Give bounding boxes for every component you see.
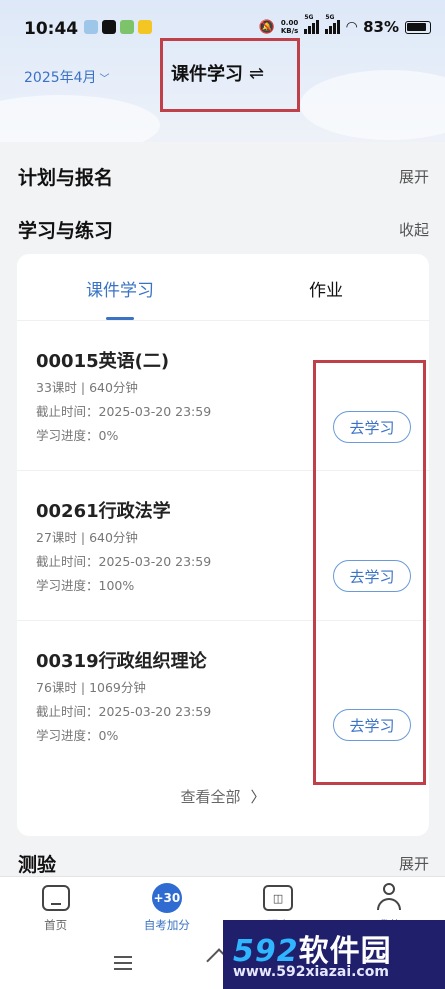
course-deadline: 截止时间：2025-03-20 23:59 [36,404,212,419]
view-all-link[interactable]: 查看全部〉 [17,786,429,807]
tab-courseware[interactable]: 课件学习 [17,254,223,320]
watermark-url: www.592xiazai.com [233,964,389,980]
nav-home[interactable]: 首页 [0,877,111,936]
status-right: 🔕 0.00 KB/s 5G 5G ◠ 83% [258,14,431,36]
cloud-decoration [300,70,445,140]
highlight-box-buttons [313,360,426,785]
tab-bar: 课件学习 作业 [17,254,429,320]
page-title: 课件学习 [171,64,243,85]
tab-homework[interactable]: 作业 [223,254,429,320]
course-name: 00015英语(二) [36,351,170,372]
course-hours: 76课时 | 1069分钟 [36,680,146,695]
net-speed-unit: KB/s [280,27,299,35]
collapse-button[interactable]: 收起 [399,219,429,240]
expand-button[interactable]: 展开 [399,853,429,874]
signal-label: 5G [304,14,314,21]
cloud-decoration [0,95,160,142]
month-selector[interactable]: 2025年4月 ﹀ [24,67,110,87]
course-progress: 学习进度：0% [36,728,119,743]
watermark: 592软件园 www.592xiazai.com [223,920,445,989]
course-deadline: 截止时间：2025-03-20 23:59 [36,704,212,719]
notification-icon [84,20,98,34]
page-title-switch[interactable]: 课件学习 ⇌ [171,60,264,86]
plus-score-icon: +30 [151,883,182,913]
book-icon: ◫ [263,885,294,911]
course-hours: 27课时 | 640分钟 [36,530,138,545]
mute-icon: 🔕 [258,19,275,35]
chevron-right-icon: 〉 [250,788,266,806]
status-time: 10:44 [24,19,79,39]
nav-label: 首页 [44,918,68,932]
section-title: 测验 [18,854,57,876]
battery-text: 83% [363,18,399,36]
section-plan: 计划与报名 展开 [18,163,429,190]
course-progress: 学习进度：100% [36,578,135,593]
course-deadline: 截止时间：2025-03-20 23:59 [36,554,212,569]
expand-button[interactable]: 展开 [399,166,429,187]
menu-icon[interactable] [114,956,132,970]
net-speed: 0.00 KB/s [281,19,298,35]
notification-icons [84,20,152,34]
app-icon [138,20,152,34]
checklist-icon [120,20,134,34]
nav-label: 自考加分 [143,918,190,932]
view-all-label: 查看全部 [180,788,241,806]
swap-icon: ⇌ [249,62,265,84]
course-progress: 学习进度：0% [36,428,119,443]
section-title: 计划与报名 [18,167,114,189]
battery-icon [405,20,431,34]
nav-bonus[interactable]: +30 自考加分 [111,877,222,936]
tiktok-icon [102,20,116,34]
home-icon [41,885,70,911]
month-label: 2025年4月 [24,70,97,86]
signal-icon: 5G [325,14,341,34]
signal-icon: 5G [304,14,320,34]
signal-label: 5G [325,14,335,21]
chevron-down-icon: ﹀ [99,73,110,85]
section-exam: 测验 展开 [18,850,429,877]
section-study: 学习与练习 收起 [18,216,429,243]
section-title: 学习与练习 [18,220,114,242]
wifi-icon: ◠ [346,19,358,35]
course-name: 00319行政组织理论 [36,651,207,672]
course-hours: 33课时 | 640分钟 [36,380,138,395]
course-name: 00261行政法学 [36,501,171,522]
net-speed-value: 0.00 [280,19,299,27]
user-icon [375,881,403,913]
